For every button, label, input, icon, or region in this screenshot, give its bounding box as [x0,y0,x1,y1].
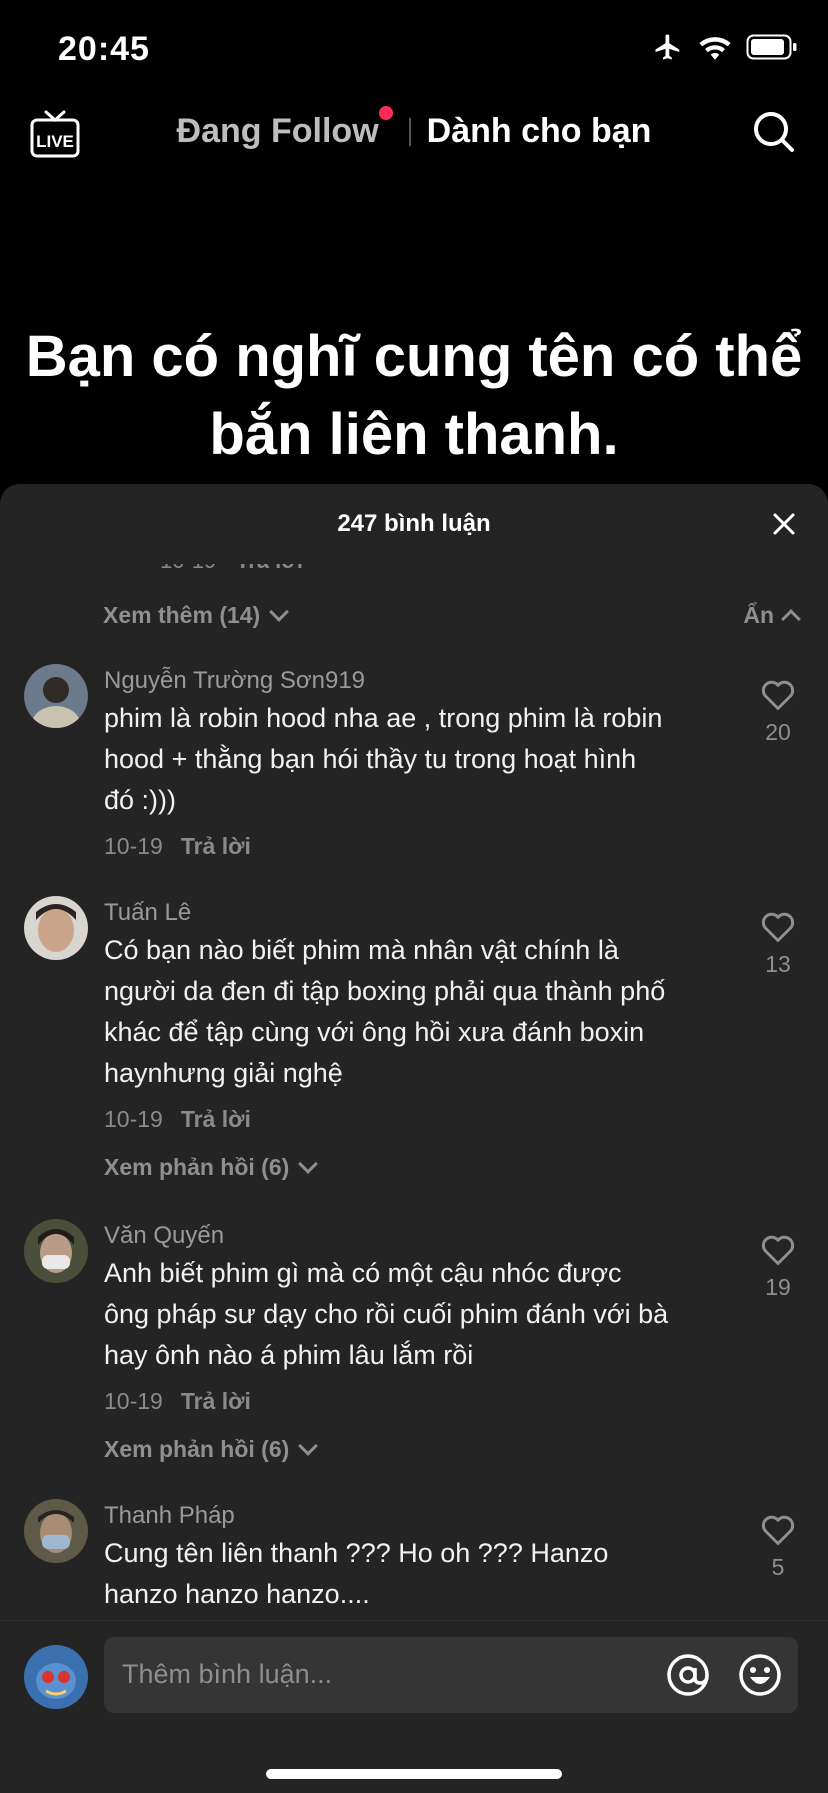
comment-meta: 10-19 Trả lời [104,1384,724,1418]
comment-date: 10-19 [104,1106,163,1132]
caption-line-1: Bạn có nghĩ cung tên có thể [25,324,803,389]
comment-text-line: Anh biết phim gì mà có một cậu nhóc được [104,1258,622,1288]
chevron-up-icon [781,609,801,629]
thread-controls: Xem thêm (14) Ẩn [103,602,801,629]
comment-text-line: Có bạn nào biết phim mà nhân vật chính l… [104,935,619,965]
wifi-icon [699,37,731,60]
view-replies-label: Xem phản hồi (6) [104,1154,290,1180]
heart-icon [761,912,795,942]
battery-icon [746,34,797,60]
mention-icon[interactable] [666,1653,710,1697]
view-more-label: Xem thêm (14) [103,602,261,628]
airplane-icon [655,34,680,60]
comment-text-line: phim là robin hood nha ae , trong phim l… [104,703,663,733]
comment-text-line: người da đen đi tập boxing phải qua thàn… [104,976,666,1006]
like-button[interactable]: 19 [758,1233,798,1301]
comment-text-line: đó :))) [104,785,177,815]
comment-author[interactable]: Thanh Pháp [104,1499,724,1533]
top-nav: LIVE Đang Follow Dành cho bạn [0,96,828,168]
comment-date: 10-19 [104,1388,163,1414]
status-bar: 20:45 [0,0,828,100]
avatar[interactable] [24,664,88,728]
search-icon[interactable] [752,110,796,154]
view-replies-button[interactable]: Xem phản hồi (6) [104,1432,724,1466]
comment-text-line: ông pháp sư dạy cho rồi cuối phim đánh v… [104,1299,669,1329]
comment-text-line: hanzo hanzo hanzo.... [104,1579,370,1609]
comment-input-placeholder: Thêm bình luận... [122,1659,333,1689]
status-icons [652,32,798,62]
heart-icon [761,1515,795,1545]
comment-text-line: Cung tên liên thanh ??? Ho oh ??? Hanzo [104,1538,609,1568]
tab-for-you[interactable]: Dành cho bạn [427,112,652,151]
tab-following[interactable]: Đang Follow [176,106,393,151]
comment-text-line: haynhưng giải nghệ [104,1058,343,1088]
home-indicator [266,1769,562,1779]
like-button[interactable]: 5 [758,1513,798,1581]
sheet-header: 247 bình luận [0,484,828,564]
chevron-down-icon [269,602,290,622]
comment-text: Anh biết phim gì mà có một cậu nhóc được… [104,1253,724,1376]
comment-author[interactable]: Nguyễn Trường Sơn919 [104,664,724,698]
view-replies-label: Xem phản hồi (6) [104,1436,290,1462]
reply-button[interactable]: Trả lời [181,1106,251,1132]
comment-text-line: hay ônh nào á phim lâu lắm rồi [104,1340,474,1370]
emoji-icon[interactable] [738,1653,782,1697]
hide-button[interactable]: Ẩn [743,602,801,629]
comment-body: Nguyễn Trường Sơn919 phim là robin hood … [104,664,724,863]
reply-button[interactable]: Trả lời [181,833,251,859]
avatar[interactable] [24,896,88,960]
comment-date: 10-19 [104,833,163,859]
comment-meta: 10-19 Trả lời [104,1102,724,1136]
comment-text: phim là robin hood nha ae , trong phim l… [104,698,724,821]
comment-body: Tuấn Lê Có bạn nào biết phim mà nhân vật… [104,896,724,1184]
comment-body: Thanh Pháp Cung tên liên thanh ??? Ho oh… [104,1499,724,1615]
comment-author[interactable]: Tuấn Lê [104,896,724,930]
like-count: 19 [765,1274,791,1300]
view-more-button[interactable]: Xem thêm (14) [103,602,290,629]
status-time: 20:45 [58,30,150,68]
notification-dot [378,106,393,120]
like-button[interactable]: 20 [758,678,798,746]
comment-text: Có bạn nào biết phim mà nhân vật chính l… [104,930,724,1094]
avatar[interactable] [24,1499,88,1563]
comment-body: Văn Quyến Anh biết phim gì mà có một cậu… [104,1219,724,1466]
comments-count-title: 247 bình luận [337,510,491,537]
like-button[interactable]: 13 [758,910,798,978]
feed-tabs: Đang Follow Dành cho bạn [0,106,828,151]
comment-meta: 10-19 Trả lời [104,829,724,863]
my-avatar[interactable] [24,1645,88,1709]
comment-composer: Thêm bình luận... [0,1620,828,1793]
heart-icon [761,1235,795,1265]
close-icon[interactable] [770,510,798,538]
chevron-down-icon [298,1154,319,1174]
comment-text-line: khác để tập cùng với ông hồi xưa đánh bo… [104,1017,645,1047]
comment-text: Cung tên liên thanh ??? Ho oh ??? Hanzo … [104,1533,724,1615]
heart-icon [761,680,795,710]
like-count: 20 [765,719,791,745]
comment-author[interactable]: Văn Quyến [104,1219,724,1253]
video-caption: Bạn có nghĩ cung tên có thể bắn liên tha… [0,318,828,474]
hide-label: Ẩn [743,602,774,628]
comment-text-line: hood + thằng bạn hói thầy tu trong hoạt … [104,744,637,774]
tab-following-label: Đang Follow [176,112,379,150]
caption-line-2: bắn liên thanh. [209,402,619,467]
chevron-down-icon [298,1436,319,1456]
reply-button[interactable]: Trả lời [181,1388,251,1414]
like-count: 13 [765,951,791,977]
like-count: 5 [771,1554,785,1580]
avatar[interactable] [24,1219,88,1283]
comment-input[interactable]: Thêm bình luận... [104,1637,798,1713]
view-replies-button[interactable]: Xem phản hồi (6) [104,1150,724,1184]
tab-divider [408,117,411,146]
comments-sheet: 247 bình luận 10-19 Trả lời Xem thêm (14… [0,484,828,1792]
